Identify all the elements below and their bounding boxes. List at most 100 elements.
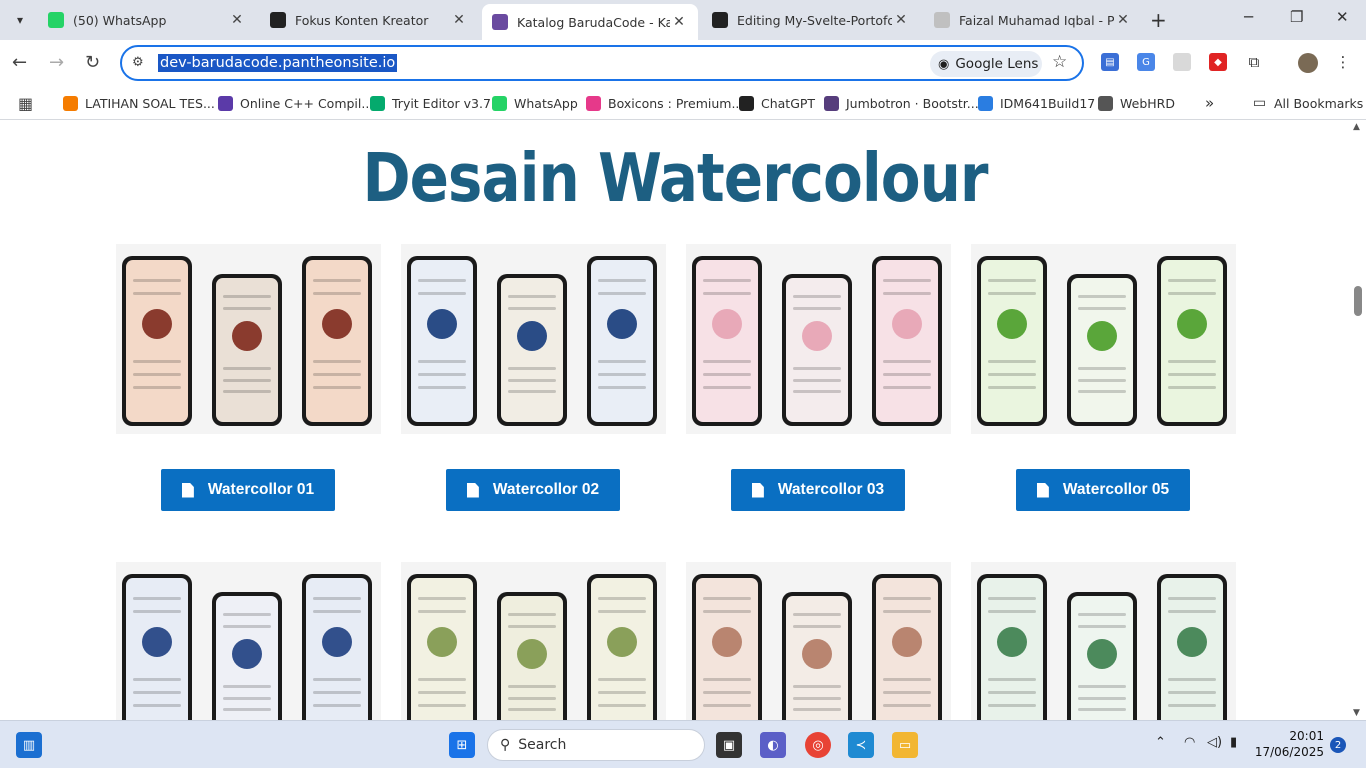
extension-icon[interactable] [1173,53,1191,71]
file-explorer-icon[interactable]: ▭ [892,732,918,758]
text-line [1168,279,1216,283]
scroll-up-icon[interactable]: ▲ [1353,122,1360,132]
text-line [598,704,646,708]
text-line [793,378,841,382]
taskbar-search[interactable]: ⚲ Search [487,729,705,761]
text-line [223,390,271,394]
close-window-icon[interactable]: ✕ [1336,8,1349,26]
start-windows-icon[interactable]: ⊞ [449,732,475,758]
new-tab-icon[interactable]: + [1150,8,1167,32]
bookmark-label: ChatGPT [761,95,816,111]
tab-search-icon[interactable]: ▾ [8,7,32,33]
watercolour-demo-button[interactable]: Watercollor 05 [1016,469,1190,511]
text-line [418,678,466,682]
phone-screen [876,578,938,720]
text-line [793,613,841,617]
scroll-thumb[interactable] [1354,286,1362,316]
bookmark-item[interactable]: ChatGPT [739,93,815,113]
wifi-icon[interactable]: ◠ [1184,735,1195,750]
tray-chevron-icon[interactable]: ⌃ [1155,735,1166,750]
illustration [322,308,352,339]
chrome-icon[interactable]: ◎ [805,732,831,758]
text-line [508,306,556,310]
url-text[interactable]: dev-barudacode.pantheonsite.io [158,54,398,72]
text-line [508,367,556,371]
volume-icon[interactable]: ◁) [1207,735,1222,750]
phone-screen [126,260,188,422]
bootstrap-icon [824,95,839,111]
bookmark-star-icon[interactable]: ☆ [1052,52,1067,72]
all-bookmarks-folder[interactable]: ▭ All Bookmarks [1252,93,1363,113]
close-tab-icon[interactable]: ✕ [892,12,910,28]
text-line [313,373,361,377]
phone-mockup [302,574,372,720]
phone-mockup [1157,256,1227,426]
text-line [703,373,751,377]
vscode-icon[interactable]: ≺ [848,732,874,758]
toolbar: ← → ↻ ⚙ dev-barudacode.pantheonsite.io ◉… [0,40,1366,86]
search-icon: ⚲ [500,737,511,753]
clock[interactable]: 20:01 17/06/2025 [1254,728,1324,760]
text-line [1168,704,1216,708]
forward-icon[interactable]: → [49,52,64,73]
bookmark-item[interactable]: LATIHAN SOAL TES... [63,93,215,113]
notification-badge[interactable]: 2 [1330,737,1346,753]
text-line [133,386,181,390]
minimize-icon[interactable]: ─ [1244,8,1253,26]
text-line [988,373,1036,377]
bookmark-item[interactable]: Online C++ Compil... [218,93,373,113]
close-tab-icon[interactable]: ✕ [228,12,246,28]
illustration [232,639,262,670]
back-icon[interactable]: ← [12,52,27,73]
watercolour-demo-button[interactable]: Watercollor 03 [731,469,905,511]
extensions-puzzle-icon[interactable]: ⧉ [1245,53,1263,71]
phone-mockup [587,574,657,720]
restore-icon[interactable]: ❐ [1290,8,1303,26]
docs-extension-icon[interactable]: ▤ [1101,53,1119,71]
watercolour-demo-button[interactable]: Watercollor 01 [161,469,335,511]
text-line [313,678,361,682]
google-lens-button[interactable]: ◉ Google Lens [930,51,1042,77]
bookmark-item[interactable]: Boxicons : Premium... [586,93,743,113]
phone-mockup [302,256,372,426]
apps-grid-icon[interactable]: ▦ [18,93,33,113]
text-line [1168,597,1216,601]
tab-1[interactable]: (50) WhatsApp ✕ [38,4,256,36]
phone-mockup [497,592,567,720]
bookmark-item[interactable]: Jumbotron · Bootstr... [824,93,979,113]
page-scrollbar[interactable]: ▲ ▼ [1350,120,1366,720]
bookmark-item[interactable]: WhatsApp [492,93,578,113]
tab-5[interactable]: Faizal Muhamad Iqbal - Port✕ [924,4,1142,36]
bookmark-label: IDM641Build17 [1000,95,1096,111]
address-bar[interactable]: ⚙ dev-barudacode.pantheonsite.io ◉ Googl… [120,45,1084,81]
tab-2[interactable]: Fokus Konten Kreator ✕ [260,4,478,36]
bookmark-item[interactable]: WebHRD [1098,93,1175,113]
tab-4[interactable]: Editing My-Svelte-Portofolio✕ [702,4,920,36]
close-tab-icon[interactable]: ✕ [1114,12,1132,28]
task-view-icon[interactable]: ▣ [716,732,742,758]
bookmark-item[interactable]: IDM641Build17 [978,93,1095,113]
battery-icon[interactable]: ▮ [1230,735,1237,750]
translate-extension-icon[interactable]: G [1137,53,1155,71]
bookmark-item[interactable]: Tryit Editor v3.7 [370,93,491,113]
profile-avatar[interactable] [1298,53,1318,73]
phone-mockup [1067,592,1137,720]
phone-screen [306,578,368,720]
text-line [313,704,361,708]
watercolour-demo-button[interactable]: Watercollor 02 [446,469,620,511]
more-bookmarks-icon[interactable]: » [1205,93,1214,113]
site-settings-icon[interactable]: ⚙ [132,55,144,70]
close-tab-icon[interactable]: ✕ [670,14,688,30]
red-extension-icon[interactable]: ◆ [1209,53,1227,71]
close-tab-icon[interactable]: ✕ [450,12,468,28]
meet-icon[interactable]: ◐ [760,732,786,758]
menu-kebab-icon[interactable]: ⋮ [1334,53,1352,71]
text-line [418,373,466,377]
phone-mockup [587,256,657,426]
scroll-down-icon[interactable]: ▼ [1353,708,1360,718]
clock-time: 20:01 [1289,729,1324,743]
phone-mockup [1157,574,1227,720]
tab-3[interactable]: Katalog BarudaCode - Katalo✕ [482,4,698,40]
reload-icon[interactable]: ↻ [85,52,100,73]
widgets-icon[interactable]: ▥ [16,732,42,758]
